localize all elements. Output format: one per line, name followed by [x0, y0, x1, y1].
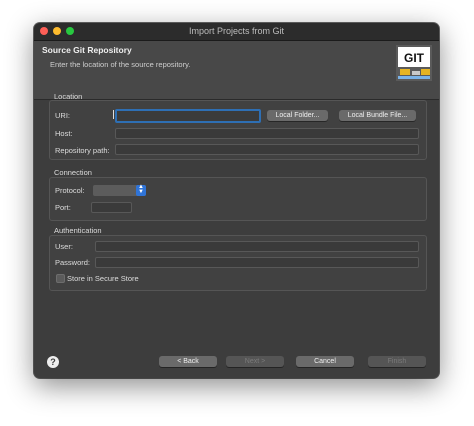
host-input[interactable] — [115, 128, 419, 139]
window-title: Import Projects from Git — [188, 26, 285, 36]
repository-path-label: Repository path: — [55, 146, 110, 155]
secure-store-checkbox[interactable] — [56, 274, 65, 283]
back-button[interactable]: < Back — [159, 356, 217, 367]
title-bar: Import Projects from Git — [34, 23, 439, 41]
import-git-dialog: Import Projects from Git Source Git Repo… — [34, 23, 439, 378]
finish-button[interactable]: Finish — [368, 356, 426, 367]
text-cursor — [113, 110, 114, 119]
cancel-button[interactable]: Cancel — [296, 356, 354, 367]
repository-path-input[interactable] — [115, 144, 419, 155]
secure-store-label[interactable]: Store in Secure Store — [67, 274, 139, 283]
chevron-up-down-icon: ▲ ▼ — [136, 184, 146, 196]
host-label: Host: — [55, 129, 73, 138]
page-description: Enter the location of the source reposit… — [50, 60, 191, 69]
user-label: User: — [55, 242, 73, 251]
connection-group-label: Connection — [54, 168, 92, 177]
uri-label: URI: — [55, 111, 70, 120]
uri-input[interactable] — [115, 109, 261, 123]
password-input[interactable] — [95, 257, 419, 268]
page-title: Source Git Repository — [42, 45, 132, 55]
local-bundle-file-button[interactable]: Local Bundle File... — [339, 110, 416, 121]
wizard-header: Source Git Repository Enter the location… — [34, 41, 439, 100]
user-input[interactable] — [95, 241, 419, 252]
port-label: Port: — [55, 203, 71, 212]
git-logo-text: GIT — [404, 51, 425, 65]
protocol-select[interactable]: ▲ ▼ — [93, 184, 146, 196]
local-folder-button[interactable]: Local Folder... — [267, 110, 328, 121]
port-input[interactable] — [91, 202, 132, 213]
protocol-label: Protocol: — [55, 186, 85, 195]
authentication-group-label: Authentication — [54, 226, 102, 235]
next-button[interactable]: Next > — [226, 356, 284, 367]
connection-group — [49, 177, 427, 221]
help-icon[interactable]: ? — [47, 356, 59, 368]
password-label: Password: — [55, 258, 91, 267]
git-logo-icon: GIT — [396, 45, 432, 81]
